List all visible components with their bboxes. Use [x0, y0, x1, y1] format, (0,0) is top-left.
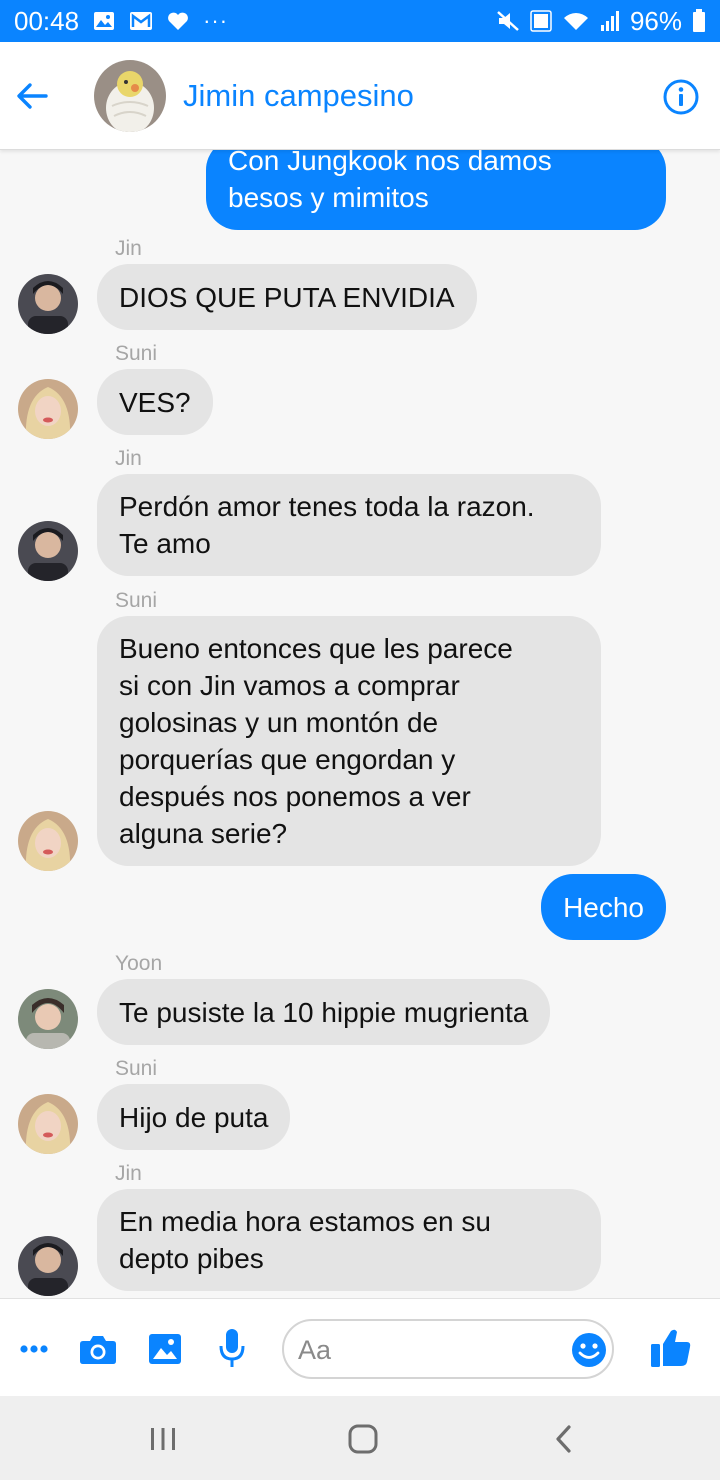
avatar-suni[interactable] [18, 811, 78, 871]
avatar-suni[interactable] [18, 379, 78, 439]
back-button[interactable] [12, 76, 52, 116]
emoji-button[interactable] [570, 1331, 608, 1369]
gallery-icon [93, 11, 115, 31]
avatar-jin[interactable] [18, 274, 78, 334]
thumbs-up-icon [651, 1329, 691, 1367]
message-text: Hecho [563, 892, 644, 923]
message-text: besos y mimitos [228, 182, 429, 213]
battery-percent: 96% [629, 5, 682, 36]
system-back-button[interactable] [540, 1416, 586, 1462]
contact-avatar[interactable] [94, 60, 166, 132]
message-text: golosinas y un montón de [119, 707, 439, 738]
recent-apps-button[interactable] [140, 1416, 186, 1462]
conversation-title[interactable]: Jimin campesino [183, 78, 414, 114]
wifi-icon [562, 10, 590, 32]
image-icon [149, 1334, 181, 1364]
message-bubble-incoming[interactable]: DIOS QUE PUTA ENVIDIA [97, 264, 477, 330]
message-bubble-incoming[interactable]: Hijo de puta [97, 1084, 291, 1150]
gallery-button[interactable] [145, 1329, 185, 1369]
message-text: Con Jungkook nos damos [228, 150, 552, 176]
message-text: porquerías que engordan y [119, 744, 456, 775]
message-text: Hijo de puta [119, 1102, 269, 1133]
avatar-suni[interactable] [18, 1094, 78, 1154]
message-text: Bueno entonces que les parece [119, 633, 513, 664]
info-button[interactable] [662, 78, 700, 116]
message-input[interactable] [298, 1331, 558, 1369]
more-icon [20, 1345, 48, 1353]
more-button[interactable] [14, 1329, 54, 1369]
volte-icon [530, 10, 552, 32]
message-bubble-outgoing[interactable]: Con Jungkook nos damos besos y mimitos [206, 150, 666, 230]
mail-icon [129, 11, 153, 31]
message-bubble-incoming[interactable]: En media hora estamos en su depto pibes [97, 1189, 601, 1291]
home-button[interactable] [340, 1416, 386, 1462]
message-text: si con Jin vamos a comprar [119, 670, 460, 701]
overflow-indicator: ··· [203, 8, 229, 33]
signal-icon [600, 10, 620, 32]
message-input-box [282, 1319, 614, 1379]
like-button[interactable] [648, 1325, 694, 1371]
message-text: Te pusiste la 10 hippie mugrienta [119, 997, 529, 1028]
sender-name: Jin [115, 447, 142, 470]
home-icon [348, 1424, 378, 1454]
message-bubble-outgoing[interactable]: Hecho [541, 874, 666, 940]
battery-icon [692, 9, 706, 33]
sender-name: Jin [115, 237, 142, 260]
message-bubble-incoming[interactable]: Bueno entonces que les parece si con Jin… [97, 616, 601, 866]
message-bubble-incoming[interactable]: Perdón amor tenes toda la razon. Te amo [97, 474, 601, 576]
message-text: DIOS QUE PUTA ENVIDIA [119, 282, 455, 313]
heart-icon [167, 11, 189, 31]
message-text: Te amo [119, 528, 211, 559]
message-text: después nos ponemos a ver [119, 781, 471, 812]
status-time: 00:48 [14, 5, 80, 36]
microphone-icon [219, 1329, 245, 1367]
sender-name: Suni [115, 342, 158, 365]
message-text: alguna serie? [119, 818, 288, 849]
status-bar: 00:48 ··· 96% [0, 0, 720, 42]
info-icon [663, 79, 699, 115]
emoji-icon [572, 1333, 606, 1367]
avatar-jin[interactable] [18, 521, 78, 581]
avatar-yoon[interactable] [18, 989, 78, 1049]
message-bubble-incoming[interactable]: VES? [97, 369, 213, 435]
sender-name: Suni [115, 1057, 158, 1080]
composer-bar [0, 1298, 720, 1396]
camera-button[interactable] [78, 1329, 118, 1369]
sender-name: Suni [115, 589, 158, 612]
message-text: Perdón amor tenes toda la razon. [119, 491, 535, 522]
message-list[interactable]: Con Jungkook nos damos besos y mimitos J… [0, 150, 720, 1298]
voice-button[interactable] [212, 1325, 252, 1371]
avatar-jin[interactable] [18, 1236, 78, 1296]
camera-icon [80, 1336, 116, 1364]
mute-icon [496, 10, 520, 32]
recent-apps-icon [151, 1428, 175, 1450]
system-nav-bar [0, 1396, 720, 1480]
sender-name: Yoon [115, 952, 163, 975]
message-text: VES? [119, 387, 191, 418]
sender-name: Jin [115, 1162, 142, 1185]
message-text: En media hora estamos en su [119, 1206, 491, 1237]
message-bubble-incoming[interactable]: Te pusiste la 10 hippie mugrienta [97, 979, 551, 1045]
message-text: depto pibes [119, 1243, 264, 1274]
conversation-header: Jimin campesino [0, 42, 720, 150]
back-icon [556, 1425, 571, 1453]
back-arrow-icon [17, 83, 48, 109]
